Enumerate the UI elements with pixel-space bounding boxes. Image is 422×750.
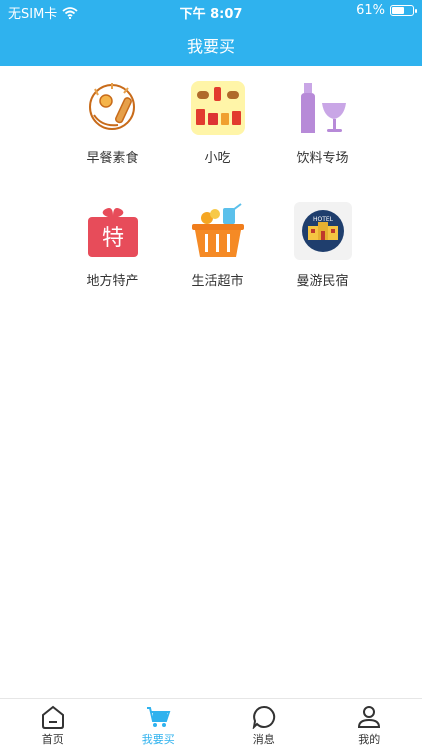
category-label: 地方特产 xyxy=(86,274,139,289)
profile-icon xyxy=(358,706,381,728)
message-icon xyxy=(252,705,275,729)
tab-profile[interactable]: 我的 xyxy=(317,699,422,750)
tab-label: 我要买 xyxy=(141,733,175,746)
category-hotel[interactable]: HOTEL 曼游民宿 xyxy=(270,202,375,289)
category-label: 曼游民宿 xyxy=(296,274,349,289)
local-specialty-gift-icon: 特 xyxy=(84,202,142,260)
bottom-tab-bar: 首页 我要买 消息 我的 xyxy=(0,698,422,750)
page-title: 我要买 xyxy=(186,37,235,56)
status-bar: 无SIM卡 下午 8:07 61% xyxy=(0,0,422,22)
category-grid: 早餐素食 小吃 饮料专场 特 地方特产 生活超市 HOTEL 曼游民宿 xyxy=(60,79,375,289)
category-label: 生活超市 xyxy=(191,274,244,289)
category-label: 早餐素食 xyxy=(86,151,139,166)
top-bar: 无SIM卡 下午 8:07 61% 我要买 xyxy=(0,0,422,66)
category-breakfast[interactable]: 早餐素食 xyxy=(60,79,165,166)
category-label: 饮料专场 xyxy=(296,151,349,166)
tab-home[interactable]: 首页 xyxy=(0,699,106,750)
snacks-icon xyxy=(189,79,247,137)
battery-percentage: 61% xyxy=(356,3,385,18)
battery-icon xyxy=(390,5,417,16)
category-supermarket[interactable]: 生活超市 xyxy=(165,202,270,289)
breakfast-icon xyxy=(84,79,142,137)
drinks-icon xyxy=(294,79,352,137)
category-local-specialty[interactable]: 特 地方特产 xyxy=(60,202,165,289)
gift-char: 特 xyxy=(101,226,123,251)
status-right: 61% xyxy=(356,3,417,18)
category-label: 小吃 xyxy=(204,151,231,166)
tab-label: 首页 xyxy=(41,733,64,746)
tab-label: 我的 xyxy=(358,733,381,746)
hotel-icon: HOTEL xyxy=(293,202,352,260)
category-snacks[interactable]: 小吃 xyxy=(165,79,270,166)
tab-buy[interactable]: 我要买 xyxy=(106,699,212,750)
hotel-sign-text: HOTEL xyxy=(312,216,333,223)
tab-label: 消息 xyxy=(252,733,275,746)
home-icon xyxy=(41,705,64,729)
cart-icon xyxy=(147,707,171,727)
category-drinks[interactable]: 饮料专场 xyxy=(270,79,375,166)
tab-messages[interactable]: 消息 xyxy=(211,699,317,750)
battery-fill xyxy=(392,7,404,14)
supermarket-basket-icon xyxy=(189,202,247,260)
